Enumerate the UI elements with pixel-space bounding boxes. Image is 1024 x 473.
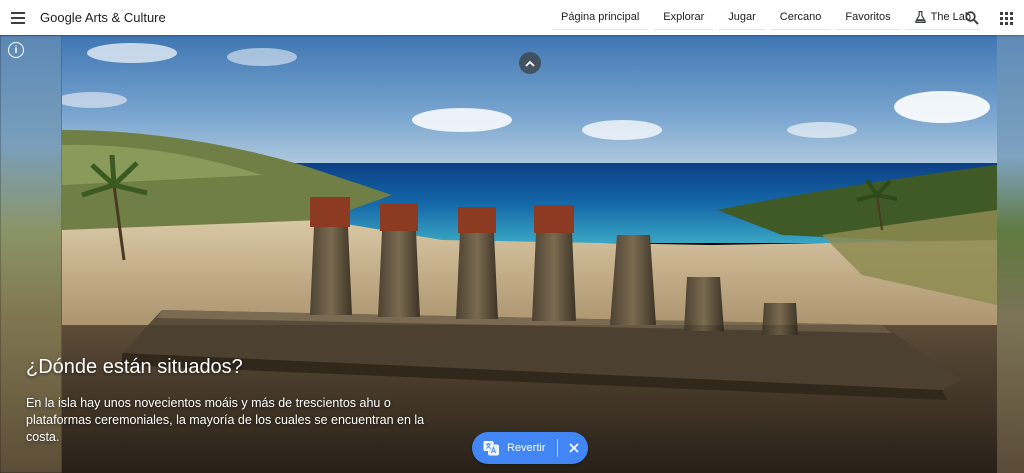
nav-nearby[interactable]: Cercano — [770, 6, 831, 30]
nav-label: Jugar — [728, 11, 756, 23]
brand-google: Google — [40, 10, 82, 25]
nav-favorites[interactable]: Favoritos — [836, 6, 900, 30]
info-icon: i — [14, 44, 18, 56]
translate-icon — [483, 440, 499, 456]
story-caption: ¿Dónde están situados? En la isla hay un… — [26, 356, 446, 446]
scroll-up-button[interactable] — [519, 52, 541, 74]
hero-section: i ¿Dónde están situados? En la isla hay … — [0, 35, 1024, 473]
nav-label: Favoritos — [845, 11, 891, 23]
nav-home[interactable]: Página principal — [552, 6, 649, 30]
info-button[interactable]: i — [8, 42, 24, 58]
flask-icon — [914, 11, 926, 23]
main-nav: Página principal Explorar Jugar Cercano … — [552, 0, 986, 35]
apps-grid-icon — [999, 11, 1013, 25]
nav-label: Cercano — [779, 11, 822, 23]
nav-explore[interactable]: Explorar — [654, 6, 714, 30]
brand-name: Arts & Culture — [81, 10, 166, 25]
search-button[interactable] — [962, 8, 982, 28]
caption-title: ¿Dónde están situados? — [26, 356, 243, 378]
close-translate-button[interactable] — [566, 440, 582, 456]
menu-button[interactable] — [0, 0, 36, 35]
nav-label: Explorar — [663, 11, 705, 23]
chevron-up-icon — [525, 60, 535, 67]
divider — [556, 439, 558, 457]
blurred-side-right — [997, 35, 1024, 473]
nav-play[interactable]: Jugar — [719, 6, 765, 30]
menu-icon — [11, 11, 25, 24]
revert-translation-button[interactable]: Revertir — [507, 442, 546, 454]
apps-button[interactable] — [996, 8, 1016, 28]
search-icon — [965, 11, 979, 25]
caption-description: En la isla hay unos novecientos moáis y … — [26, 396, 425, 444]
nav-label: Página principal — [561, 11, 640, 23]
top-bar: Google Arts & Culture Página principal E… — [0, 0, 1024, 35]
close-icon — [568, 443, 579, 453]
translate-bar: Revertir — [472, 432, 588, 464]
site-logo[interactable]: Google Arts & Culture — [40, 10, 166, 25]
